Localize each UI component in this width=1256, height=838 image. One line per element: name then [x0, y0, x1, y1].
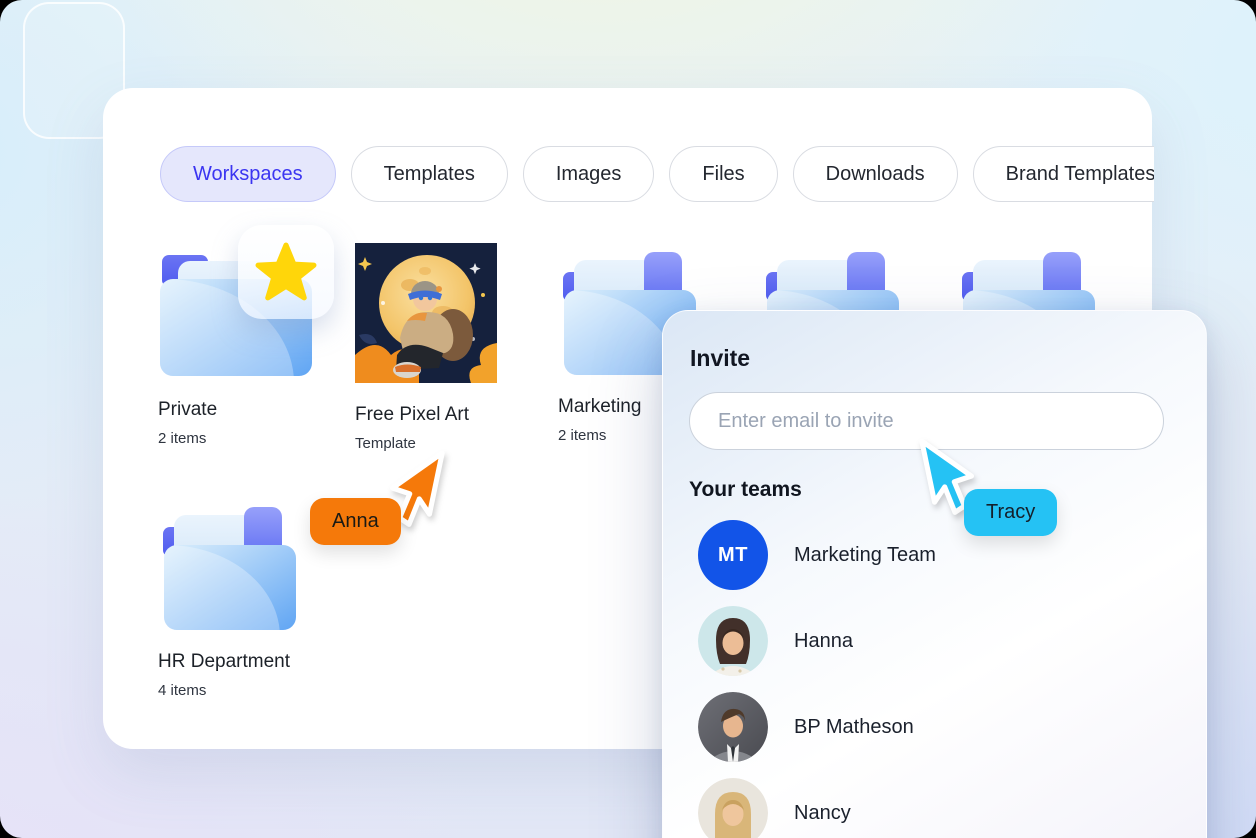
folder-icon	[158, 255, 314, 382]
folder-icon	[158, 507, 298, 634]
tab-downloads[interactable]: Downloads	[792, 146, 958, 202]
desktop-background: Workspaces Templates Images Files Downlo…	[0, 0, 1256, 838]
template-name: Free Pixel Art	[355, 404, 470, 425]
team-name: Marketing Team	[794, 543, 936, 566]
folder-name: HR Department	[158, 651, 290, 672]
tab-images[interactable]: Images	[522, 146, 655, 202]
favorite-star-badge	[238, 225, 334, 319]
photo-avatar-woman-dark-hair	[698, 606, 768, 676]
team-row-marketing-team[interactable]: MT Marketing Team	[698, 520, 1206, 590]
folder-item-count: 4 items	[158, 682, 207, 699]
folder-tile-private[interactable]: Private 2 items	[158, 225, 334, 447]
team-row-nancy[interactable]: Nancy	[698, 778, 1206, 838]
member-name: Hanna	[794, 629, 853, 652]
tab-files[interactable]: Files	[669, 146, 778, 202]
team-row-hanna[interactable]: Hanna	[698, 606, 1206, 676]
tab-brand-templates[interactable]: Brand Templates	[972, 146, 1154, 202]
folder-name: Private	[158, 399, 218, 420]
anna-cursor-label: Anna	[310, 498, 401, 545]
folder-item-count: 2 items	[158, 430, 207, 447]
photo-avatar-man-suit	[698, 692, 768, 762]
invite-panel: Invite Your teams MT Marketing Team	[662, 310, 1207, 838]
photo-avatar-woman-blonde	[698, 778, 768, 838]
tracy-cursor-label: Tracy	[964, 489, 1058, 536]
template-tile-free-pixel-art[interactable]: Free Pixel Art Template	[355, 243, 515, 452]
tab-templates[interactable]: Templates	[350, 146, 508, 202]
tab-workspaces[interactable]: Workspaces	[160, 146, 336, 202]
invite-title: Invite	[690, 345, 751, 371]
pixel-art-thumbnail	[355, 243, 497, 387]
member-name: Nancy	[794, 801, 851, 824]
tab-bar: Workspaces Templates Images Files Downlo…	[160, 146, 1154, 204]
member-name: BP Matheson	[794, 715, 914, 738]
teams-list: MT Marketing Team Hanna BP Matheson Nanc…	[698, 520, 1206, 838]
folder-tile-hr-department[interactable]: HR Department 4 items	[158, 503, 328, 699]
initials-avatar: MT	[698, 520, 768, 590]
star-icon	[255, 242, 317, 301]
team-row-bp-matheson[interactable]: BP Matheson	[698, 692, 1206, 762]
